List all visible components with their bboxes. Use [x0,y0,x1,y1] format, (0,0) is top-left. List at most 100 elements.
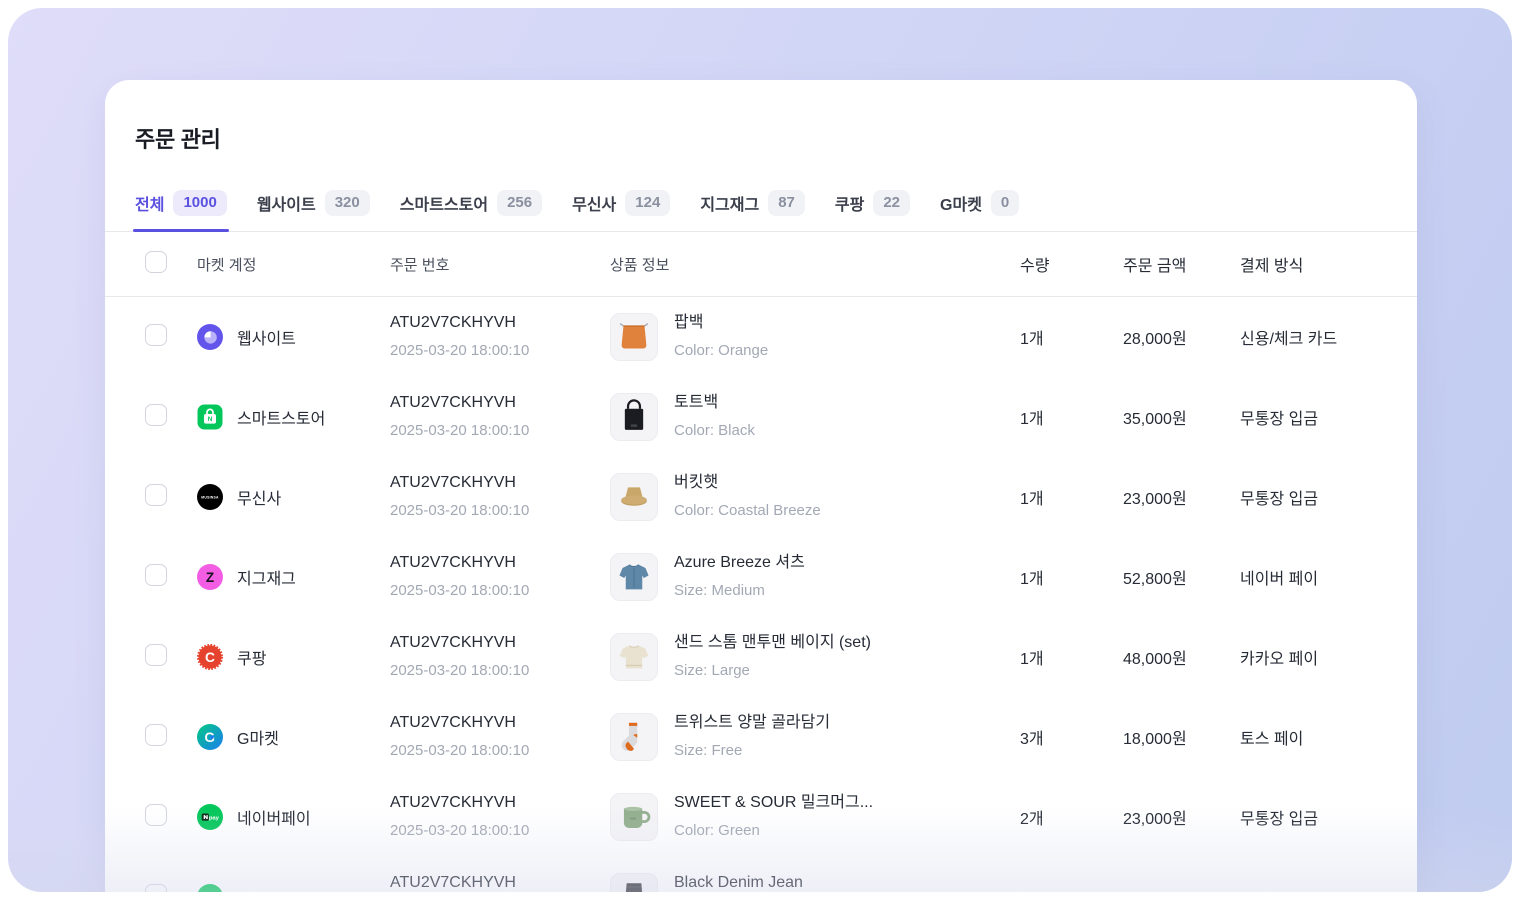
header-quantity: 수량 [1010,252,1113,276]
market-name: 네이버페이 [237,805,311,829]
product-name: 버킷햇 [674,471,821,495]
product-name: Azure Breeze 셔츠 [674,551,805,575]
market-name: 스마트스토어 [237,405,325,429]
header-market: 마켓 계정 [197,254,390,275]
market-name: 쿠팡 [237,645,266,669]
tab-count-badge: 124 [625,190,670,216]
product-attribute: Color: Coastal Breeze [674,499,821,523]
payment-method: 네이버 페이 [1230,565,1387,589]
product-attribute: Color: Orange [674,339,768,363]
table-row: MUSINSA 무신사 ATU2V7CKHYVH 2025-03-20 18:0… [135,457,1387,537]
table-row: 웹사이트 ATU2V7CKHYVH 2025-03-20 18:00:10 팝백… [135,297,1387,377]
black-jeans-image [610,873,658,892]
order-date: 2025-03-20 18:00:10 [390,579,610,603]
gmarket-icon: G [197,724,223,750]
tab-smartstore[interactable]: 스마트스토어 256 [400,190,542,216]
row-checkbox[interactable] [145,564,167,586]
table-row: G G마켓 ATU2V7CKHYVH 2025-03-20 18:00:10 트… [135,697,1387,777]
tab-coupang[interactable]: 쿠팡 22 [835,190,910,216]
table-row: Z 지그재그 ATU2V7CKHYVH 2025-03-20 18:00:10 … [135,537,1387,617]
tab-count-badge: 22 [873,190,910,216]
market-name: G마켓 [237,725,279,749]
table-row: pay ATU2V7CKHYVH Black Denim Jean [135,857,1387,892]
order-number: ATU2V7CKHYVH [390,711,610,735]
payment-method: 무통장 입금 [1230,485,1387,509]
tab-website[interactable]: 웹사이트 320 [257,190,370,216]
order-management-card: 주문 관리 전체 1000 웹사이트 320 스마트스토어 256 무신사 12… [105,80,1417,892]
tab-gmarket[interactable]: G마켓 0 [940,190,1019,216]
tab-label: 전체 [135,191,164,215]
row-checkbox[interactable] [145,884,167,893]
order-date: 2025-03-20 18:00:10 [390,339,610,363]
order-amount: 35,000원 [1113,405,1230,429]
quantity: 1개 [1010,325,1113,349]
smartstore-icon: N [197,404,223,430]
product-attribute: Size: Large [674,659,871,683]
order-amount: 48,000원 [1113,645,1230,669]
table-header-row: 마켓 계정 주문 번호 상품 정보 수량 주문 금액 결제 방식 [105,232,1417,297]
tab-label: 지그재그 [700,191,759,215]
green-mug-image [610,793,658,841]
product-attribute: Size: Medium [674,579,805,603]
tab-count-badge: 320 [325,190,370,216]
row-checkbox[interactable] [145,724,167,746]
order-amount: 28,000원 [1113,325,1230,349]
row-checkbox[interactable] [145,804,167,826]
naverpay-icon: pay [197,804,223,830]
bucket-hat-image [610,473,658,521]
page-background: 주문 관리 전체 1000 웹사이트 320 스마트스토어 256 무신사 12… [0,0,1520,900]
row-checkbox[interactable] [145,404,167,426]
payment-method: 무통장 입금 [1230,805,1387,829]
market-name: 웹사이트 [237,325,296,349]
black-tote-image [610,393,658,441]
product-name: 토트백 [674,391,755,415]
tab-count-badge: 256 [497,190,542,216]
row-checkbox[interactable] [145,644,167,666]
table-row: pay 네이버페이 ATU2V7CKHYVH 2025-03-20 18:00:… [135,777,1387,857]
product-name: 트위스트 양말 골라담기 [674,711,830,735]
tab-musinsa[interactable]: 무신사 124 [572,190,670,216]
product-name: SWEET & SOUR 밀크머그... [674,791,873,815]
tab-all[interactable]: 전체 1000 [135,190,227,216]
website-icon [197,324,223,350]
quantity: 3개 [1010,725,1113,749]
order-number: ATU2V7CKHYVH [390,631,610,655]
orange-pouch-image [610,313,658,361]
tab-bar: 전체 1000 웹사이트 320 스마트스토어 256 무신사 124 지그재그… [105,190,1417,232]
table-row: N 스마트스토어 ATU2V7CKHYVH 2025-03-20 18:00:1… [135,377,1387,457]
select-all-checkbox[interactable] [145,251,167,273]
order-date: 2025-03-20 18:00:10 [390,659,610,683]
order-number: ATU2V7CKHYVH [390,471,610,495]
tab-zigzag[interactable]: 지그재그 87 [700,190,805,216]
payment-method: 토스 페이 [1230,725,1387,749]
order-number: ATU2V7CKHYVH [390,791,610,815]
svg-text:N: N [208,416,213,423]
order-date: 2025-03-20 18:00:10 [390,739,610,763]
market-name: 지그재그 [237,565,296,589]
market-name: 무신사 [237,485,281,509]
order-amount: 23,000원 [1113,805,1230,829]
zigzag-icon: Z [197,564,223,590]
tab-label: 쿠팡 [835,191,864,215]
order-date: 2025-03-20 18:00:10 [390,819,610,843]
header-order-amount: 주문 금액 [1113,252,1230,276]
product-name: 샌드 스톰 맨투맨 베이지 (set) [674,631,871,655]
quantity: 2개 [1010,805,1113,829]
blue-shirt-image [610,553,658,601]
musinsa-icon: MUSINSA [197,484,223,510]
order-number: ATU2V7CKHYVH [390,391,610,415]
product-name: Black Denim Jean [674,871,803,892]
tab-label: 스마트스토어 [400,191,488,215]
order-amount: 52,800원 [1113,565,1230,589]
tab-count-badge: 1000 [173,190,226,216]
quantity: 1개 [1010,565,1113,589]
header-product-info: 상품 정보 [610,254,1010,275]
row-checkbox[interactable] [145,484,167,506]
socks-image [610,713,658,761]
product-attribute: Size: Free [674,739,830,763]
svg-text:Z: Z [206,570,214,585]
payment-method: 신용/체크 카드 [1230,325,1387,349]
row-checkbox[interactable] [145,324,167,346]
payment-method: 카카오 페이 [1230,645,1387,669]
page-title: 주문 관리 [135,122,1387,154]
